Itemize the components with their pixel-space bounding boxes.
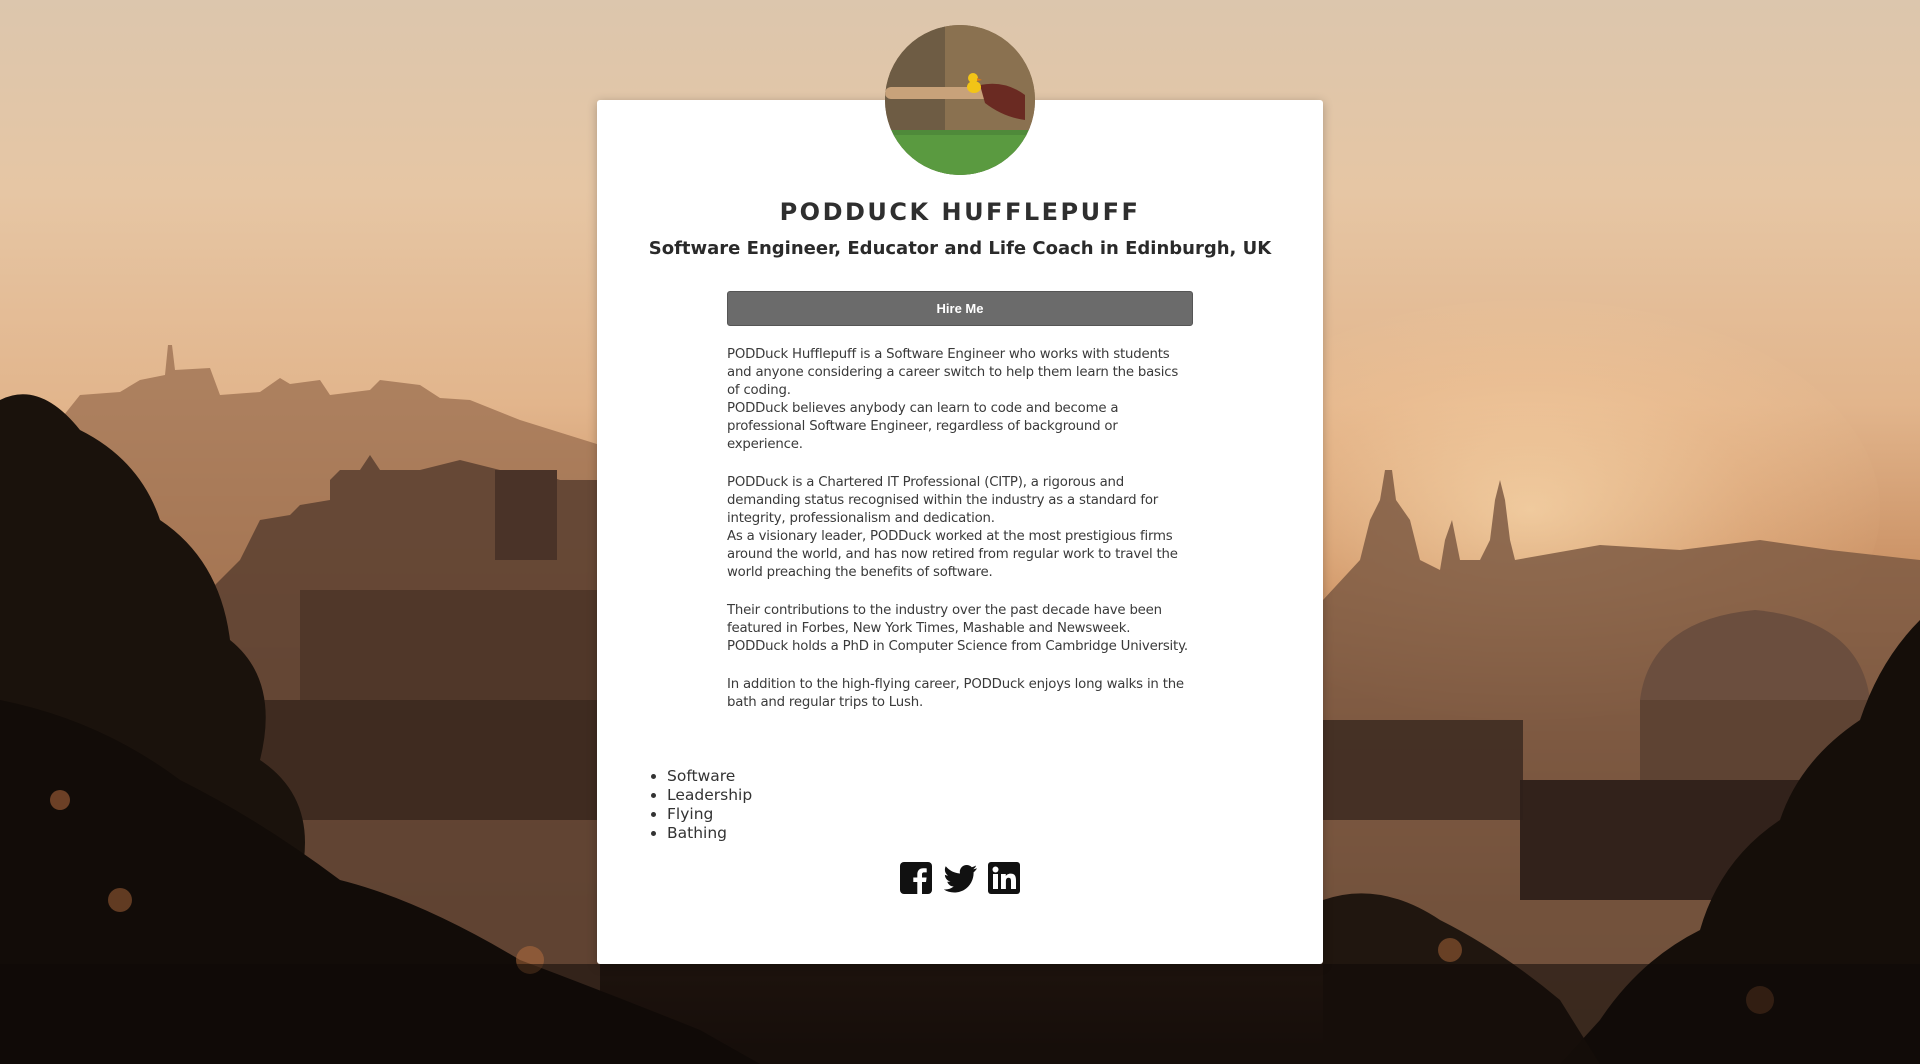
bio-text: Their contributions to the industry over… [727,603,1162,636]
skills-list: Software Leadership Flying Bathing [647,767,752,843]
bio-paragraph: PODDuck is a Chartered IT Professional (… [727,474,1189,582]
bio-text: As a visionary leader, PODDuck worked at… [727,529,1178,580]
social-links [0,862,1920,894]
twitter-icon[interactable] [943,862,977,894]
facebook-icon[interactable] [900,862,932,894]
profile-tagline: Software Engineer, Educator and Life Coa… [648,238,1272,259]
skill-item: Software [667,767,752,786]
bio-text: PODDuck is a Chartered IT Professional (… [727,475,1159,526]
avatar [885,25,1035,175]
bio-paragraph: PODDuck Hufflepuff is a Software Enginee… [727,346,1189,454]
skill-item: Flying [667,805,752,824]
profile-name: PODDUCK HUFFLEPUFF [779,198,1141,226]
linkedin-icon[interactable] [988,862,1020,894]
bio-text: PODDuck holds a PhD in Computer Science … [727,639,1188,654]
bio-text: In addition to the high-flying career, P… [727,677,1184,710]
avatar-duck-photo [885,25,1035,175]
bio-paragraph: Their contributions to the industry over… [727,602,1189,656]
skill-item: Bathing [667,824,752,843]
hire-me-button[interactable]: Hire Me [727,291,1193,326]
bio-text: PODDuck believes anybody can learn to co… [727,401,1119,452]
bio-text: PODDuck Hufflepuff is a Software Enginee… [727,347,1179,398]
bio: PODDuck Hufflepuff is a Software Enginee… [727,346,1189,732]
bio-paragraph: In addition to the high-flying career, P… [727,676,1189,712]
skill-item: Leadership [667,786,752,805]
